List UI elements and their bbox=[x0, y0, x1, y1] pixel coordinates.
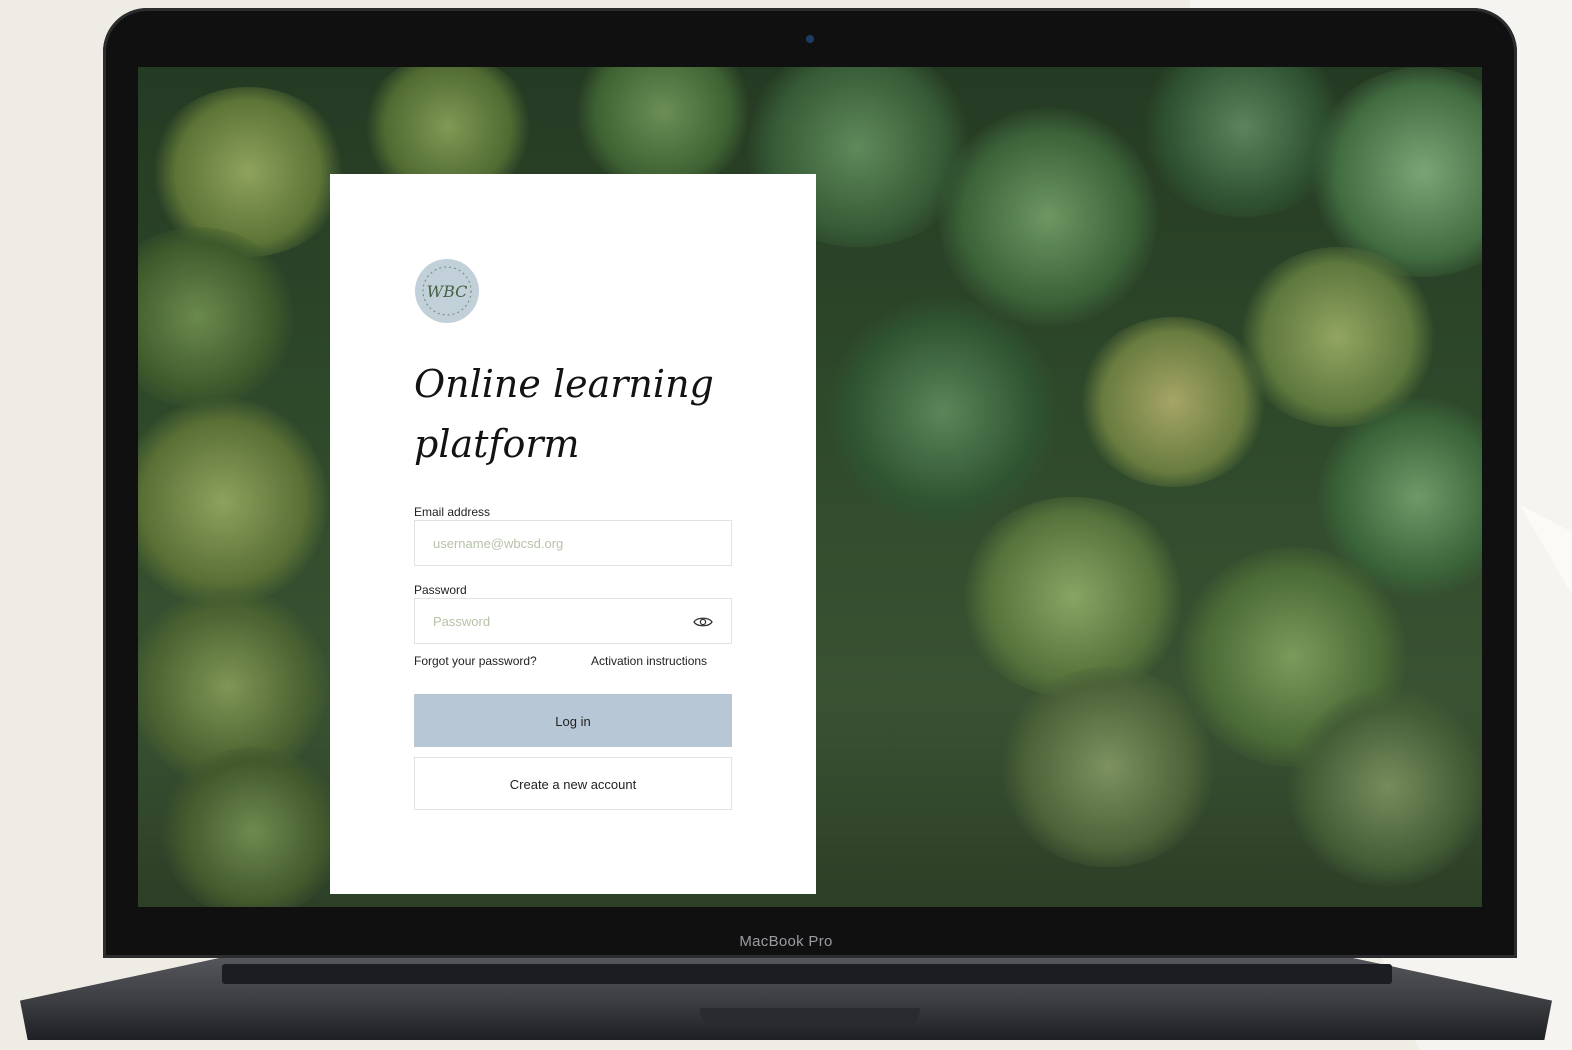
tree-canopy bbox=[138, 397, 328, 607]
keyboard-strip bbox=[222, 964, 1392, 984]
logo-text: WBC bbox=[427, 282, 468, 301]
wbc-academy-seal-icon: WBC bbox=[415, 259, 479, 323]
tree-canopy bbox=[998, 667, 1218, 867]
activation-instructions-link[interactable]: Activation instructions bbox=[591, 654, 707, 668]
password-label: Password bbox=[414, 583, 467, 597]
tree-canopy bbox=[828, 297, 1058, 527]
forgot-password-link[interactable]: Forgot your password? bbox=[414, 654, 537, 668]
create-account-button[interactable]: Create a new account bbox=[414, 757, 732, 810]
tree-canopy bbox=[568, 67, 758, 187]
eye-icon[interactable] bbox=[693, 615, 713, 629]
password-field[interactable] bbox=[414, 598, 732, 644]
login-card: WBC Online learning platform Email addre… bbox=[330, 174, 816, 894]
laptop-hinge-notch bbox=[700, 1008, 920, 1026]
email-label: Email address bbox=[414, 505, 491, 519]
tree-canopy bbox=[938, 107, 1158, 327]
tree-canopy bbox=[158, 747, 348, 907]
camera-icon bbox=[806, 35, 814, 43]
tree-canopy bbox=[1288, 687, 1482, 887]
page-title: Online learning platform bbox=[414, 362, 714, 466]
tree-canopy bbox=[958, 497, 1188, 697]
login-button[interactable]: Log in bbox=[414, 694, 732, 747]
email-field[interactable] bbox=[414, 520, 732, 566]
device-model-label: MacBook Pro bbox=[739, 933, 833, 950]
